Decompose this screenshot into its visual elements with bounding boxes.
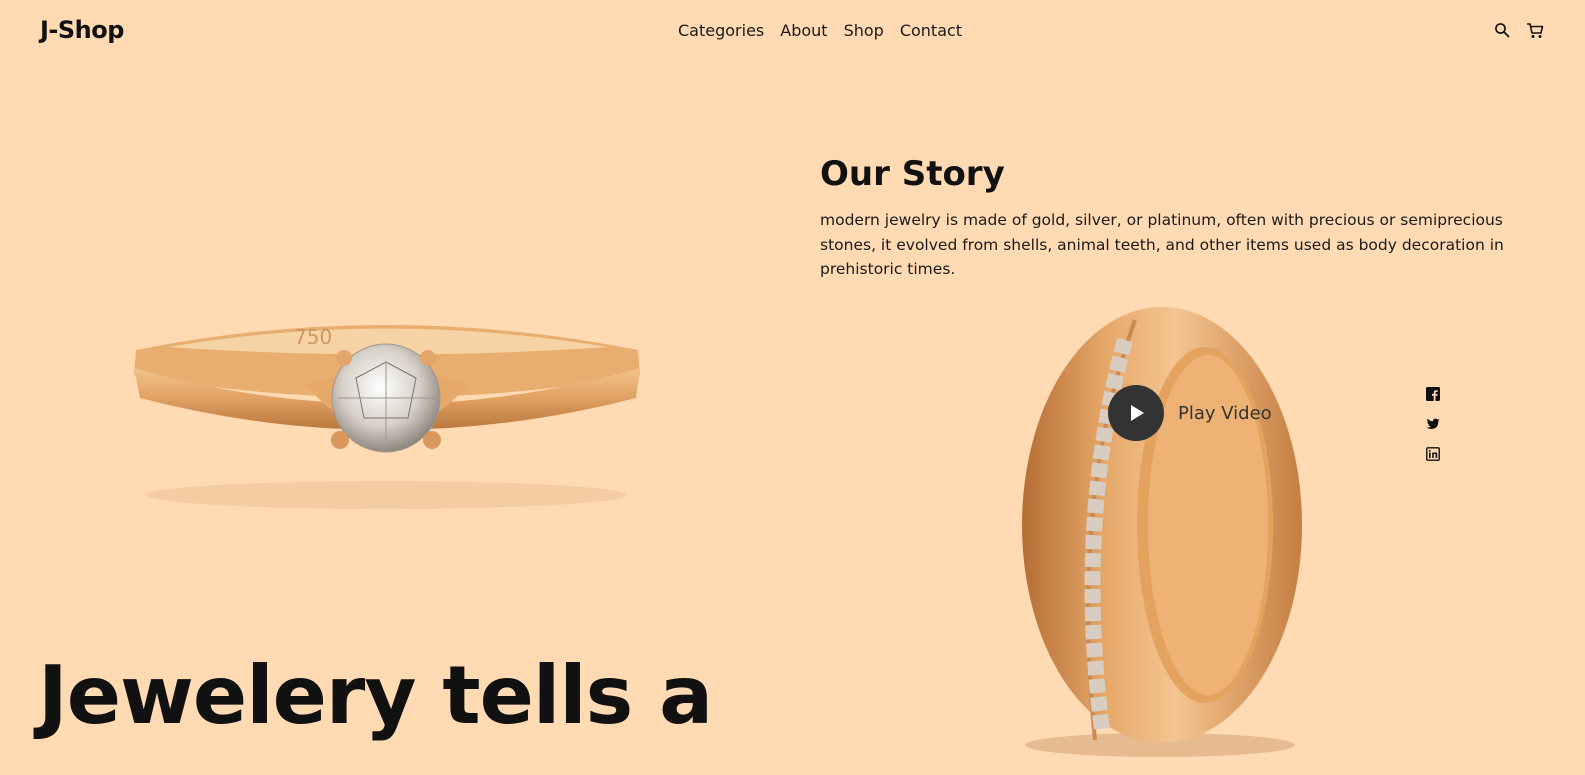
linkedin-icon[interactable] [1426, 446, 1440, 461]
facebook-icon[interactable] [1426, 386, 1440, 401]
nav-shop[interactable]: Shop [844, 21, 884, 40]
story-description: modern jewelry is made of gold, silver, … [820, 211, 1504, 278]
play-video-button[interactable]: Play Video [1108, 385, 1272, 441]
play-video-label[interactable]: Play Video [1178, 403, 1272, 424]
search-icon[interactable] [1494, 22, 1512, 40]
band-ring-image [1020, 300, 1320, 771]
site-header: J-Shop Categories About Shop Contact [0, 0, 1585, 64]
header-icons [1494, 22, 1544, 40]
cart-icon[interactable] [1526, 22, 1544, 40]
nav-categories[interactable]: Categories [678, 21, 764, 40]
logo[interactable]: J-Shop [40, 16, 124, 44]
twitter-icon[interactable] [1426, 416, 1440, 430]
hero-headline: Jewelery tells a [38, 649, 713, 742]
play-icon[interactable] [1108, 385, 1164, 441]
solitaire-ring-image: 750 [128, 300, 658, 530]
social-links [1426, 386, 1440, 461]
nav-about[interactable]: About [780, 21, 827, 40]
main-nav: Categories About Shop Contact [678, 21, 962, 40]
ring-engraving: 750 [294, 325, 332, 349]
story-title: Our Story [820, 154, 1005, 194]
nav-contact[interactable]: Contact [900, 21, 962, 40]
